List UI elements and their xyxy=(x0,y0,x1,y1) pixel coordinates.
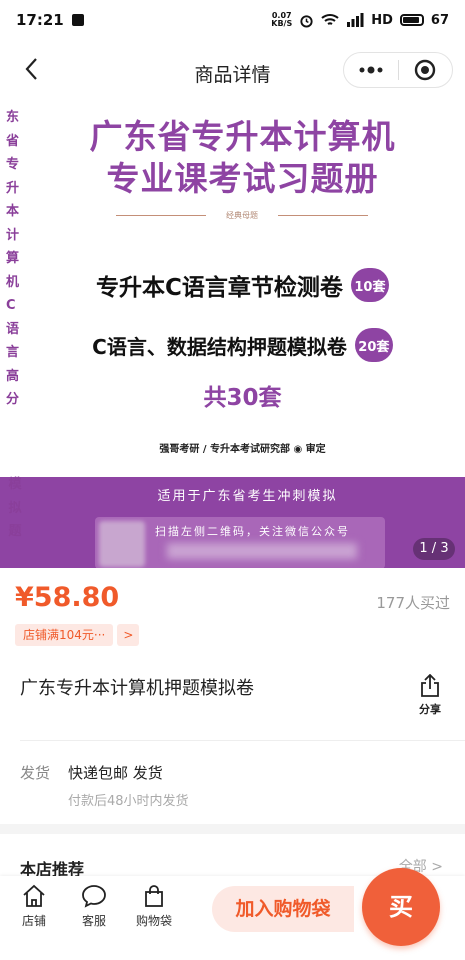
side-char: 本 xyxy=(6,204,20,219)
store-tab[interactable]: 店铺 xyxy=(9,884,59,929)
more-button[interactable] xyxy=(344,53,398,87)
side-text-lower: 模 拟 题 xyxy=(6,473,24,544)
wifi-icon xyxy=(321,14,339,25)
bottom-action-bar: 店铺 客服 购物袋 加入购物袋 买 xyxy=(0,868,465,960)
side-char: 机 xyxy=(6,274,20,290)
band-title: 适用于广东省考生冲刺模拟 xyxy=(157,489,338,504)
bag-tab-label: 购物袋 xyxy=(135,914,172,928)
chat-bubble-icon xyxy=(82,885,106,908)
share-label: 分享 xyxy=(419,703,441,716)
carousel-page-indicator: 1 / 3 xyxy=(413,538,455,560)
bag-tab[interactable]: 购物袋 xyxy=(129,884,179,929)
side-char: 专 xyxy=(6,157,20,172)
share-icon xyxy=(421,674,439,697)
side-char: 升 xyxy=(6,180,20,196)
price-section: ¥58.80 177人买过 店铺满104元··· > xyxy=(0,568,465,658)
net-speed-unit: KB/S xyxy=(271,19,293,28)
qr-text: 扫描左侧二维码，关注微信公众号 xyxy=(155,525,350,538)
product-image-carousel[interactable]: 东 省 专 升 本 计 算 机 C 语 言 高 分 广东省专升本计算机 专业课考… xyxy=(0,102,465,568)
side-vertical-text: 东 省 专 升 本 计 算 机 C 语 言 高 分 xyxy=(6,106,24,412)
shipping-note: 付款后48小时内发货 xyxy=(68,794,189,809)
side-char: 算 xyxy=(6,251,20,266)
banner-rule-left xyxy=(116,215,206,216)
promo-tag[interactable]: 店铺满104元··· xyxy=(15,624,114,646)
service-tab-label: 客服 xyxy=(81,914,106,928)
battery-level: 67 xyxy=(430,12,449,28)
banner-rule-right xyxy=(278,215,368,216)
banner-line-chapter-tests: 专升本C语言章节检测卷 10套 xyxy=(30,268,455,302)
net-speed: 0.07 KB/S xyxy=(271,12,292,28)
banner-total: 共30套 xyxy=(203,385,282,411)
divider xyxy=(20,740,465,741)
status-time: 17:21 xyxy=(16,11,64,29)
side-char: 分 xyxy=(6,392,20,407)
banner-line1-text: 专升本C语言章节检测卷 xyxy=(96,275,343,301)
status-indicators: 0.07 KB/S HD 67 xyxy=(271,12,449,28)
qr-box: 扫描左侧二维码，关注微信公众号 xyxy=(95,517,385,568)
more-dots-icon xyxy=(359,66,383,74)
service-tab[interactable]: 客服 xyxy=(69,884,119,929)
banner-line-mock-exams: C语言、数据结构押题模拟卷 20套 xyxy=(30,328,455,362)
shipping-section: 发货 快递包邮 发货 付款后48小时内发货 xyxy=(0,742,465,824)
app-notification-icon xyxy=(71,14,84,26)
miniprogram-capsule xyxy=(343,52,453,88)
banner-org: 强哥考研 / 专升本考试研究部 ◉ 审定 xyxy=(159,444,326,455)
side-char: 模 xyxy=(8,477,22,492)
side-char: 计 xyxy=(6,227,20,243)
shopping-bag-icon xyxy=(145,885,163,907)
shipping-label: 发货 xyxy=(20,764,51,782)
promo-arrow-button[interactable]: > xyxy=(117,624,140,646)
side-char: 东 xyxy=(6,110,20,125)
banner-title-line2: 专业课考试习题册 xyxy=(106,159,379,198)
banner-line2-text: C语言、数据结构押题模拟卷 xyxy=(92,334,347,359)
nav-bar: 商品详情 xyxy=(0,40,465,102)
home-icon xyxy=(23,884,45,907)
blurred-text xyxy=(167,543,357,559)
status-bar: 17:21 0.07 KB/S HD 67 xyxy=(0,0,465,40)
battery-icon xyxy=(399,14,424,26)
banner-title-line1: 广东省专升本计算机 xyxy=(89,117,396,156)
signal-icon xyxy=(347,13,364,27)
side-char: 省 xyxy=(6,133,20,149)
sold-count: 177人买过 xyxy=(376,594,450,612)
banner-small-caption: 经典母题 xyxy=(226,211,258,220)
promo-row[interactable]: 店铺满104元··· > xyxy=(15,624,140,646)
side-char: 拟 xyxy=(8,500,22,516)
qr-code-image xyxy=(99,521,145,567)
product-title-section: 广东专升本计算机押题模拟卷 分享 xyxy=(0,658,465,742)
share-button[interactable]: 分享 xyxy=(415,674,445,717)
side-char: 题 xyxy=(8,524,22,539)
side-text-upper: 东 省 专 升 本 计 算 机 C 语 言 高 分 xyxy=(6,106,24,412)
close-miniprogram-button[interactable] xyxy=(399,53,453,87)
side-char: 言 xyxy=(6,345,20,360)
side-char: 语 xyxy=(6,321,20,337)
alarm-icon xyxy=(300,14,313,28)
target-close-icon xyxy=(415,59,436,81)
buy-now-button[interactable]: 买 xyxy=(362,868,440,946)
banner-purple-band: 模 拟 题 适用于广东省考生冲刺模拟 扫描左侧二维码，关注微信公众号 xyxy=(0,477,465,568)
banner-line1-badge: 10套 xyxy=(350,268,389,302)
network-type: HD xyxy=(371,12,393,28)
product-title: 广东专升本计算机押题模拟卷 xyxy=(20,678,254,699)
banner-line2-badge: 20套 xyxy=(354,328,393,362)
side-char: 高 xyxy=(6,368,20,384)
product-price: ¥58.80 xyxy=(15,582,120,613)
shipping-value: 快递包邮 发货 xyxy=(68,764,163,782)
side-char: C xyxy=(6,298,16,313)
add-to-bag-button[interactable]: 加入购物袋 xyxy=(212,886,354,932)
store-tab-label: 店铺 xyxy=(21,914,46,928)
